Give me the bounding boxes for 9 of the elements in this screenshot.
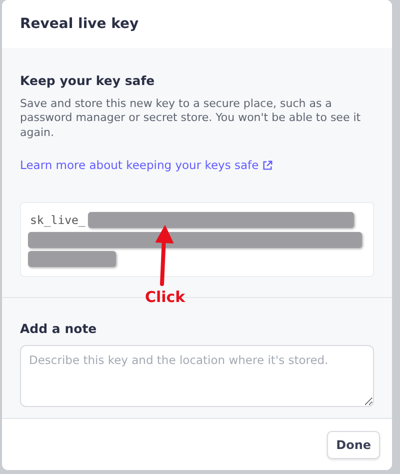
note-field[interactable]: Describe this key and the location where it's stored. [20,345,374,407]
learn-more-link[interactable]: Learn more about keeping your keys safe [20,157,273,174]
done-button[interactable]: Done [327,430,380,458]
note-label: Add a note [20,320,98,338]
key-prefix: sk_live_ [29,212,86,230]
description-text: Save and store this new key to a secure place, such as a password manager or secret store. You won't be able to see it again. [20,96,362,140]
section-heading: Keep your key safe [20,72,156,90]
dialog-title: Reveal live key [20,14,139,34]
annotation-label: Click [145,287,186,308]
